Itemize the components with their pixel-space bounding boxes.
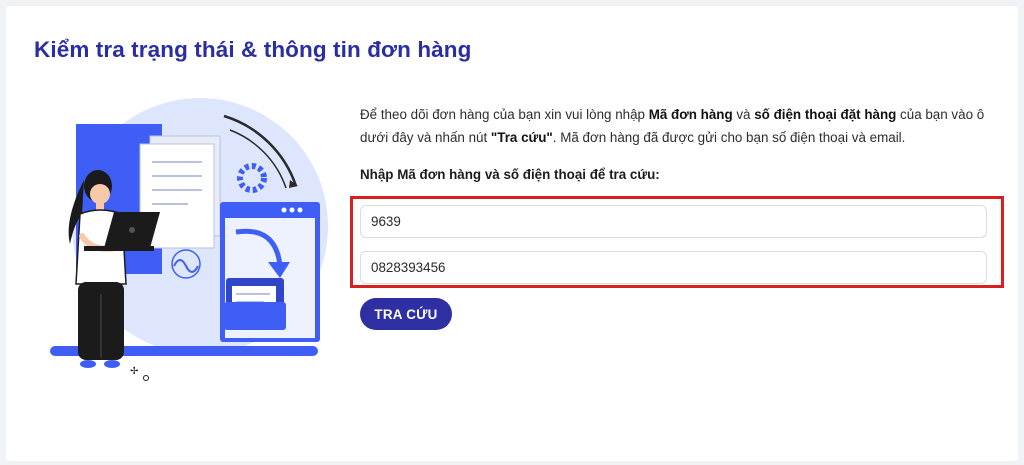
order-lookup-illustration: ✢ [50, 98, 328, 381]
page-title: Kiểm tra trạng thái & thông tin đơn hàng [34, 37, 472, 62]
instructions-text: Để theo dõi đơn hàng của bạn xin vui lòn… [360, 103, 990, 149]
intro-phone-emphasis: số điện thoại đặt hàng [754, 107, 897, 122]
intro-text: Để theo dõi đơn hàng của bạn xin vui lòn… [360, 107, 649, 122]
intro-text: . Mã đơn hàng đã được gửi cho bạn số điệ… [552, 130, 906, 145]
order-code-input[interactable] [360, 205, 987, 238]
intro-order-code-emphasis: Mã đơn hàng [648, 107, 733, 122]
svg-text:✢: ✢ [130, 366, 138, 377]
intro-text: và [732, 107, 755, 122]
intro-button-emphasis: "Tra cứu" [490, 130, 553, 145]
folder-icon [224, 278, 286, 330]
lookup-button[interactable]: TRA CỨU [360, 298, 452, 330]
form-instruction: Nhập Mã đơn hàng và số điện thoại để tra… [360, 167, 660, 182]
phone-input[interactable] [360, 251, 987, 284]
